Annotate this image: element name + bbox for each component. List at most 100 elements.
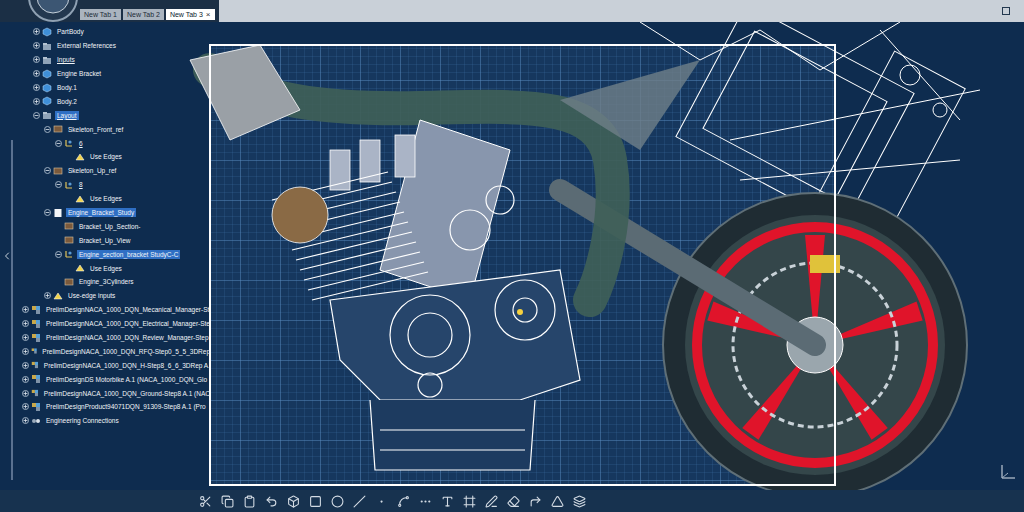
triangle-icon[interactable] — [551, 495, 564, 508]
expand-toggle[interactable] — [33, 112, 40, 119]
tool-button[interactable] — [397, 495, 410, 508]
tool-button[interactable] — [353, 495, 366, 508]
tree-label[interactable]: Use Edges — [88, 264, 124, 273]
part-icon[interactable] — [287, 495, 300, 508]
tree-label[interactable]: Use Edges — [88, 194, 124, 203]
tree-label[interactable]: PrelimDesignDS Motorbike A.1 (NACA_1000_… — [44, 375, 209, 384]
spline-icon[interactable] — [397, 495, 410, 508]
tree-label[interactable]: PrelimDesignNACA_1000_DQN_Mecanical_Mana… — [44, 305, 211, 314]
tree-item[interactable]: Bracket_Up_Section- — [14, 219, 212, 233]
scrollbar[interactable] — [11, 140, 13, 480]
tree-label[interactable]: PrelimDesignNACA_1000_DQN_H-Step8_6_6_3D… — [42, 361, 212, 370]
tree-label[interactable]: 8 — [77, 180, 85, 189]
tool-button[interactable] — [485, 495, 498, 508]
expand-toggle[interactable] — [33, 28, 40, 35]
point-icon[interactable] — [375, 495, 388, 508]
tree-label[interactable]: Body.2 — [55, 97, 79, 106]
expand-toggle[interactable] — [22, 417, 29, 424]
tree-label[interactable]: Bracket_Up_Section- — [77, 222, 142, 231]
tree-label[interactable]: Engine_3Cylinders — [77, 277, 136, 286]
tool-button[interactable] — [309, 495, 322, 508]
rectangle-icon[interactable] — [309, 495, 322, 508]
tree-item[interactable]: Engine_section_bracket StudyC-C — [14, 247, 212, 261]
tool-button[interactable] — [331, 495, 344, 508]
expand-toggle[interactable] — [33, 84, 40, 91]
tree-item[interactable]: PrelimDesignNACA_1000_DQN_Ground-Step8 A… — [14, 386, 212, 400]
tool-button[interactable] — [221, 495, 234, 508]
expand-toggle[interactable] — [44, 167, 51, 174]
tree-item[interactable]: PrelimDesignNACA_1000_DQN_RFQ-Step0_5_5_… — [14, 344, 212, 358]
expand-toggle[interactable] — [55, 181, 62, 188]
tree-item[interactable]: PrelimDesignDS Motorbike A.1 (NACA_1000_… — [14, 372, 212, 386]
tool-button[interactable] — [375, 495, 388, 508]
ellipse-icon[interactable] — [419, 495, 432, 508]
tool-button[interactable] — [507, 495, 520, 508]
tab[interactable]: New Tab 3× — [166, 9, 215, 20]
expand-toggle[interactable] — [44, 126, 51, 133]
tree-item[interactable]: PrelimDesignProduct94071DQN_91309-Step8 … — [14, 400, 212, 414]
cut-icon[interactable] — [199, 495, 212, 508]
expand-toggle[interactable] — [22, 376, 29, 383]
tool-button[interactable] — [199, 495, 212, 508]
frame-icon[interactable] — [463, 495, 476, 508]
tree-label[interactable]: Bracket_Up_View — [77, 236, 133, 245]
tree-label[interactable]: PrelimDesignNACA_1000_DQN_Review_Manager… — [44, 333, 211, 342]
tree-item[interactable]: 6 — [14, 136, 212, 150]
tree-label[interactable]: Engine Bracket — [55, 69, 103, 78]
tool-button[interactable] — [441, 495, 454, 508]
tree-label[interactable]: PartBody — [55, 27, 86, 36]
copy-icon[interactable] — [221, 495, 234, 508]
window-icon[interactable] — [1002, 7, 1010, 15]
tree-item[interactable]: Engine_Bracket_Study — [14, 206, 212, 220]
tree-item[interactable]: Bracket_Up_View — [14, 233, 212, 247]
tree-item[interactable]: Skeleton_Up_ref — [14, 164, 212, 178]
expand-toggle[interactable] — [22, 306, 29, 313]
corner-icon[interactable] — [529, 495, 542, 508]
expand-toggle[interactable] — [22, 403, 29, 410]
expand-toggle[interactable] — [44, 292, 51, 299]
circle-icon[interactable] — [331, 495, 344, 508]
tree-item[interactable]: PartBody — [14, 25, 212, 39]
tree-label[interactable]: Engineering Connections — [44, 416, 121, 425]
expand-toggle[interactable] — [66, 195, 73, 202]
text-icon[interactable] — [441, 495, 454, 508]
undo-icon[interactable] — [265, 495, 278, 508]
tool-button[interactable] — [265, 495, 278, 508]
tree-label[interactable]: PrelimDesignNACA_1000_DQN_Ground-Step8 A… — [42, 389, 212, 398]
expand-toggle[interactable] — [55, 237, 62, 244]
pen-icon[interactable] — [485, 495, 498, 508]
expand-toggle[interactable] — [44, 209, 51, 216]
expand-toggle[interactable] — [66, 153, 73, 160]
paste-icon[interactable] — [243, 495, 256, 508]
expand-toggle[interactable] — [33, 42, 40, 49]
tree-item[interactable]: Body.2 — [14, 94, 212, 108]
tree-label[interactable]: PrelimDesignProduct94071DQN_91309-Step8 … — [44, 402, 208, 411]
tool-button[interactable] — [243, 495, 256, 508]
tree-item[interactable]: PrelimDesignNACA_1000_DQN_Review_Manager… — [14, 331, 212, 345]
tree-item[interactable]: Use Edges — [14, 261, 212, 275]
panel-toggle[interactable] — [0, 22, 14, 489]
expand-toggle[interactable] — [55, 223, 62, 230]
tree-label[interactable]: Engine_section_bracket StudyC-C — [77, 250, 180, 259]
compass-icon[interactable] — [28, 0, 78, 22]
tree-item[interactable]: External References — [14, 39, 212, 53]
expand-toggle[interactable] — [22, 320, 29, 327]
tree-label[interactable]: Body.1 — [55, 83, 79, 92]
tree-item[interactable]: Skeleton_Front_ref — [14, 122, 212, 136]
logo[interactable] — [0, 0, 80, 22]
tool-button[interactable] — [529, 495, 542, 508]
tree-label[interactable]: 6 — [77, 139, 85, 148]
tree-item[interactable]: PrelimDesignNACA_1000_DQN_Mecanical_Mana… — [14, 303, 212, 317]
expand-toggle[interactable] — [55, 140, 62, 147]
tool-button[interactable] — [463, 495, 476, 508]
tool-button[interactable] — [419, 495, 432, 508]
tree-label[interactable]: Inputs — [55, 55, 77, 64]
tree-label[interactable]: Use Edges — [88, 152, 124, 161]
tree-label[interactable]: PrelimDesignNACA_1000_DQN_RFQ-Step0_5_5_… — [40, 347, 212, 356]
tree-label[interactable]: Layout — [55, 111, 79, 120]
expand-toggle[interactable] — [55, 278, 62, 285]
tool-button[interactable] — [551, 495, 564, 508]
expand-toggle[interactable] — [22, 390, 29, 397]
tab[interactable]: New Tab 1 — [80, 9, 121, 20]
expand-toggle[interactable] — [66, 265, 73, 272]
